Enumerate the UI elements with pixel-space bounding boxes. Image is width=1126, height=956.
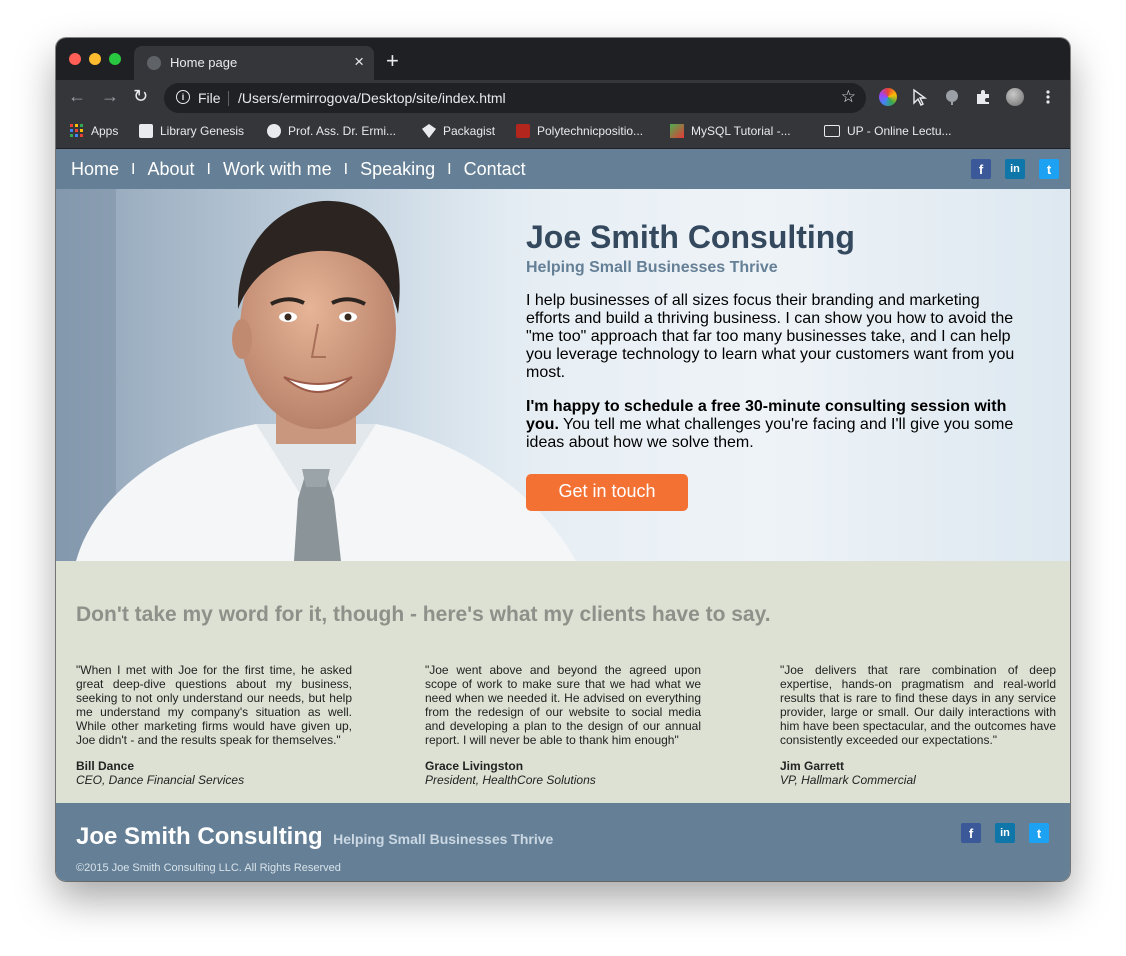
folder-icon — [824, 125, 840, 137]
nav-separator: I — [206, 160, 211, 178]
polytechnic-icon — [516, 124, 530, 138]
hero-section: Joe Smith Consulting Helping Small Busin… — [56, 189, 1070, 561]
bookmark-polytechnic[interactable]: Polytechnicpositio... — [516, 124, 643, 138]
bookmark-label: Apps — [91, 124, 119, 138]
globe-icon — [147, 56, 161, 70]
address-url[interactable]: /Users/ermirrogova/Desktop/site/index.ht… — [238, 90, 506, 106]
hero-title: Joe Smith Consulting — [526, 219, 855, 255]
testimonial-card: "When I met with Joe for the first time,… — [76, 663, 352, 787]
close-window-button[interactable] — [69, 53, 81, 65]
linkedin-icon[interactable]: in — [1005, 159, 1025, 179]
browser-toolbar: ← → ↻ i File /Users/ermirrogova/Desktop/… — [56, 80, 1070, 116]
apps-grid-icon — [70, 124, 83, 137]
twitter-icon[interactable]: t — [1029, 823, 1049, 843]
facebook-icon[interactable]: f — [961, 823, 981, 843]
hero-subtitle: Helping Small Businesses Thrive — [526, 259, 778, 276]
info-icon[interactable]: i — [176, 90, 190, 104]
portrait-photo — [56, 189, 576, 561]
forward-icon[interactable]: → — [101, 86, 119, 107]
book-icon — [139, 124, 153, 138]
nav-separator: I — [447, 160, 452, 178]
menu-kebab-icon[interactable] — [1039, 88, 1057, 106]
reload-icon[interactable]: ↻ — [133, 86, 148, 107]
nav-home[interactable]: Home — [71, 159, 119, 180]
testimonial-card: "Joe went above and beyond the agreed up… — [425, 663, 701, 787]
bookmark-label: Packagist — [443, 124, 496, 138]
nav-links: Home I About I Work with me I Speaking I… — [71, 159, 526, 180]
globe-icon — [267, 124, 281, 138]
testimonial-quote: "Joe delivers that rare combination of d… — [780, 663, 1056, 747]
hero-offer: I'm happy to schedule a free 30-minute c… — [526, 398, 1016, 452]
web-page: Home I About I Work with me I Speaking I… — [56, 149, 1070, 881]
minimize-window-button[interactable] — [89, 53, 101, 65]
testimonial-name: Grace Livingston — [425, 759, 524, 773]
address-bar[interactable]: i File /Users/ermirrogova/Desktop/site/i… — [164, 83, 866, 113]
bookmark-folder-up[interactable]: UP - Online Lectu... — [824, 124, 952, 138]
facebook-icon[interactable]: f — [971, 159, 991, 179]
window-controls — [69, 53, 121, 65]
bookmark-mysql[interactable]: MySQL Tutorial -... — [670, 124, 791, 138]
testimonial-name: Jim Garrett — [780, 759, 845, 773]
bookmark-star-icon[interactable]: ☆ — [841, 87, 856, 107]
testimonial-title: CEO, Dance Financial Services — [76, 773, 245, 787]
bookmark-label: MySQL Tutorial -... — [691, 124, 791, 138]
bookmark-label: Prof. Ass. Dr. Ermi... — [288, 124, 397, 138]
footer-copyright: ©2015 Joe Smith Consulting LLC. All Righ… — [76, 862, 341, 874]
bookmark-library-genesis[interactable]: Library Genesis — [139, 124, 244, 138]
hero-content: Joe Smith Consulting Helping Small Busin… — [526, 219, 1016, 511]
extensions-puzzle-icon[interactable] — [974, 88, 992, 106]
footer-tagline: Helping Small Businesses Thrive — [333, 831, 554, 847]
header-social-links: f in t — [971, 159, 1059, 179]
linkedin-icon[interactable]: in — [995, 823, 1015, 843]
testimonial-quote: "Joe went above and beyond the agreed up… — [425, 663, 701, 747]
footer-company-name: Joe Smith Consulting — [76, 823, 323, 850]
get-in-touch-button[interactable]: Get in touch — [526, 474, 688, 511]
tab-title: Home page — [170, 55, 238, 70]
bookmarks-bar: Apps Library Genesis Prof. Ass. Dr. Ermi… — [56, 116, 1070, 149]
bookmark-label: Polytechnicpositio... — [537, 124, 644, 138]
address-scheme: File — [198, 90, 221, 106]
bookmark-label: Library Genesis — [160, 124, 245, 138]
bookmark-packagist[interactable]: Packagist — [422, 124, 495, 138]
address-divider — [228, 91, 229, 106]
twitter-icon[interactable]: t — [1039, 159, 1059, 179]
testimonial-title: President, HealthCore Solutions — [425, 773, 596, 787]
bookmark-label: UP - Online Lectu... — [847, 124, 952, 138]
footer-social-links: f in t — [961, 823, 1049, 843]
close-tab-icon[interactable]: × — [354, 52, 364, 72]
new-tab-button[interactable]: + — [386, 48, 399, 74]
nav-speaking[interactable]: Speaking — [360, 159, 435, 180]
back-icon[interactable]: ← — [68, 86, 86, 107]
cursor-extension-icon[interactable] — [911, 88, 929, 106]
testimonials-heading: Don't take my word for it, though - here… — [76, 603, 771, 626]
nav-separator: I — [343, 160, 349, 178]
bookmark-prof[interactable]: Prof. Ass. Dr. Ermi... — [267, 124, 396, 138]
testimonial-card: "Joe delivers that rare combination of d… — [780, 663, 1056, 787]
packagist-icon — [422, 124, 436, 138]
hero-offer-rest: You tell me what challenges you're facin… — [526, 416, 1014, 451]
title-bar: Home page × + — [56, 38, 1070, 80]
hero-intro: I help businesses of all sizes focus the… — [526, 292, 1015, 381]
testimonial-title: VP, Hallmark Commercial — [780, 773, 916, 787]
testimonial-quote: "When I met with Joe for the first time,… — [76, 663, 352, 747]
browser-tab[interactable]: Home page × — [134, 46, 374, 80]
nav-contact[interactable]: Contact — [464, 159, 526, 180]
testimonials-section: Don't take my word for it, though - here… — [56, 561, 1070, 803]
nav-about[interactable]: About — [147, 159, 194, 180]
site-navigation: Home I About I Work with me I Speaking I… — [56, 149, 1070, 189]
color-picker-extension-icon[interactable] — [879, 88, 897, 106]
nav-work-with-me[interactable]: Work with me — [223, 159, 332, 180]
leaf-extension-icon[interactable] — [943, 88, 961, 106]
nav-separator: I — [131, 160, 136, 178]
footer-brand: Joe Smith Consulting Helping Small Busin… — [76, 823, 553, 851]
site-footer: Joe Smith Consulting Helping Small Busin… — [56, 803, 1070, 881]
profile-avatar[interactable] — [1006, 88, 1024, 106]
mysql-tutorial-icon — [670, 124, 684, 138]
browser-window: Home page × + ← → ↻ i File /Users/ermirr… — [56, 38, 1070, 881]
bookmark-apps[interactable]: Apps — [70, 124, 118, 138]
testimonial-name: Bill Dance — [76, 759, 135, 773]
zoom-window-button[interactable] — [109, 53, 121, 65]
